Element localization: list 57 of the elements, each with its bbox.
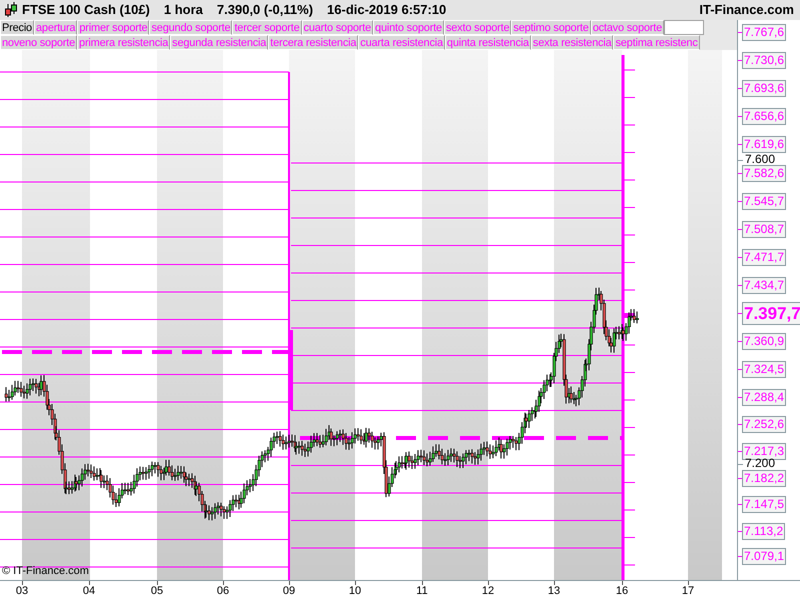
legend-item[interactable]: tercer soporte bbox=[232, 20, 302, 35]
legend-item[interactable]: quinta resistencia bbox=[444, 35, 531, 50]
instrument-title: FTSE 100 Cash (10£) bbox=[22, 1, 150, 20]
brand-label: IT-Finance.com bbox=[699, 1, 794, 20]
timeframe-label: 1 hora bbox=[164, 1, 203, 20]
legend-item[interactable]: septima resistenc bbox=[613, 35, 700, 50]
legend-item[interactable]: sexto soporte bbox=[444, 20, 512, 35]
legend-item[interactable]: octavo soporte bbox=[590, 20, 664, 35]
price-level-label: 7.582,6 bbox=[742, 165, 786, 182]
date-label: 13 bbox=[548, 585, 560, 598]
price-level-label: 7.767,6 bbox=[742, 24, 786, 41]
price-level-label: 7.079,1 bbox=[742, 548, 786, 565]
price-level-label: 7.360,9 bbox=[742, 333, 786, 350]
legend-item[interactable]: cuarta resistencia bbox=[358, 35, 445, 50]
legend-item[interactable]: primer soporte bbox=[77, 20, 150, 35]
price-level-label: 7.619,6 bbox=[742, 136, 786, 153]
legend-item[interactable]: primera resistencia bbox=[77, 35, 170, 50]
date-label: 06 bbox=[216, 585, 230, 598]
legend-item[interactable]: tercera resistencia bbox=[268, 35, 358, 50]
price-tick-label: 7.600 bbox=[745, 153, 776, 166]
price-level-label: 7.656,6 bbox=[742, 108, 786, 125]
legend-item[interactable]: segunda resistencia bbox=[170, 35, 268, 50]
legend-item[interactable]: noveno soporte bbox=[0, 35, 78, 50]
date-label: 10 bbox=[348, 585, 362, 598]
price-level-label: 7.252,6 bbox=[742, 416, 786, 433]
legend-item[interactable]: quinto soporte bbox=[373, 20, 444, 35]
date-label: 04 bbox=[82, 585, 96, 598]
price-level-label: 7.471,7 bbox=[742, 249, 786, 266]
legend-item[interactable]: sexta resistencia bbox=[530, 35, 614, 50]
price-level-label: 7.113,2 bbox=[742, 523, 786, 540]
price-level-label: 7.288,4 bbox=[742, 389, 786, 406]
legend-item[interactable]: Precio bbox=[0, 20, 34, 35]
legend-item[interactable]: apertura bbox=[34, 20, 78, 35]
date-label: 16 bbox=[616, 585, 628, 598]
price-level-label: 7.545,7 bbox=[742, 193, 786, 210]
copyright-text: © IT-Finance.com bbox=[2, 565, 89, 578]
price-level-label: 7.508,7 bbox=[742, 221, 786, 238]
date-label: 03 bbox=[16, 585, 28, 598]
price-level-label: 7.693,6 bbox=[742, 80, 786, 97]
price-level-label: 7.182,2 bbox=[742, 470, 786, 487]
legend-item[interactable]: septimo soporte bbox=[511, 20, 591, 35]
price-level-label: 7.217,3 bbox=[742, 443, 786, 460]
date-label: 11 bbox=[416, 585, 428, 598]
date-label: 17 bbox=[682, 585, 694, 598]
price-tick-label: 7.200 bbox=[745, 457, 776, 470]
date-label: 05 bbox=[150, 585, 164, 598]
price-level-label: 7.730,6 bbox=[742, 52, 786, 69]
datetime-label: 16-dic-2019 6:57:10 bbox=[327, 1, 446, 20]
date-label: 09 bbox=[282, 585, 296, 598]
legend-item[interactable]: cuarto soporte bbox=[302, 20, 374, 35]
price-change: 7.390,0 (-0,11%) bbox=[216, 1, 314, 20]
date-label: 12 bbox=[482, 585, 494, 598]
price-level-label: 7.147,5 bbox=[742, 496, 786, 513]
price-level-label: 7.434,7 bbox=[742, 277, 786, 294]
legend-item[interactable]: segundo soporte bbox=[149, 20, 232, 35]
price-level-label: 7.324,5 bbox=[742, 361, 786, 378]
current-price-label: 7.397,7 bbox=[742, 302, 800, 325]
